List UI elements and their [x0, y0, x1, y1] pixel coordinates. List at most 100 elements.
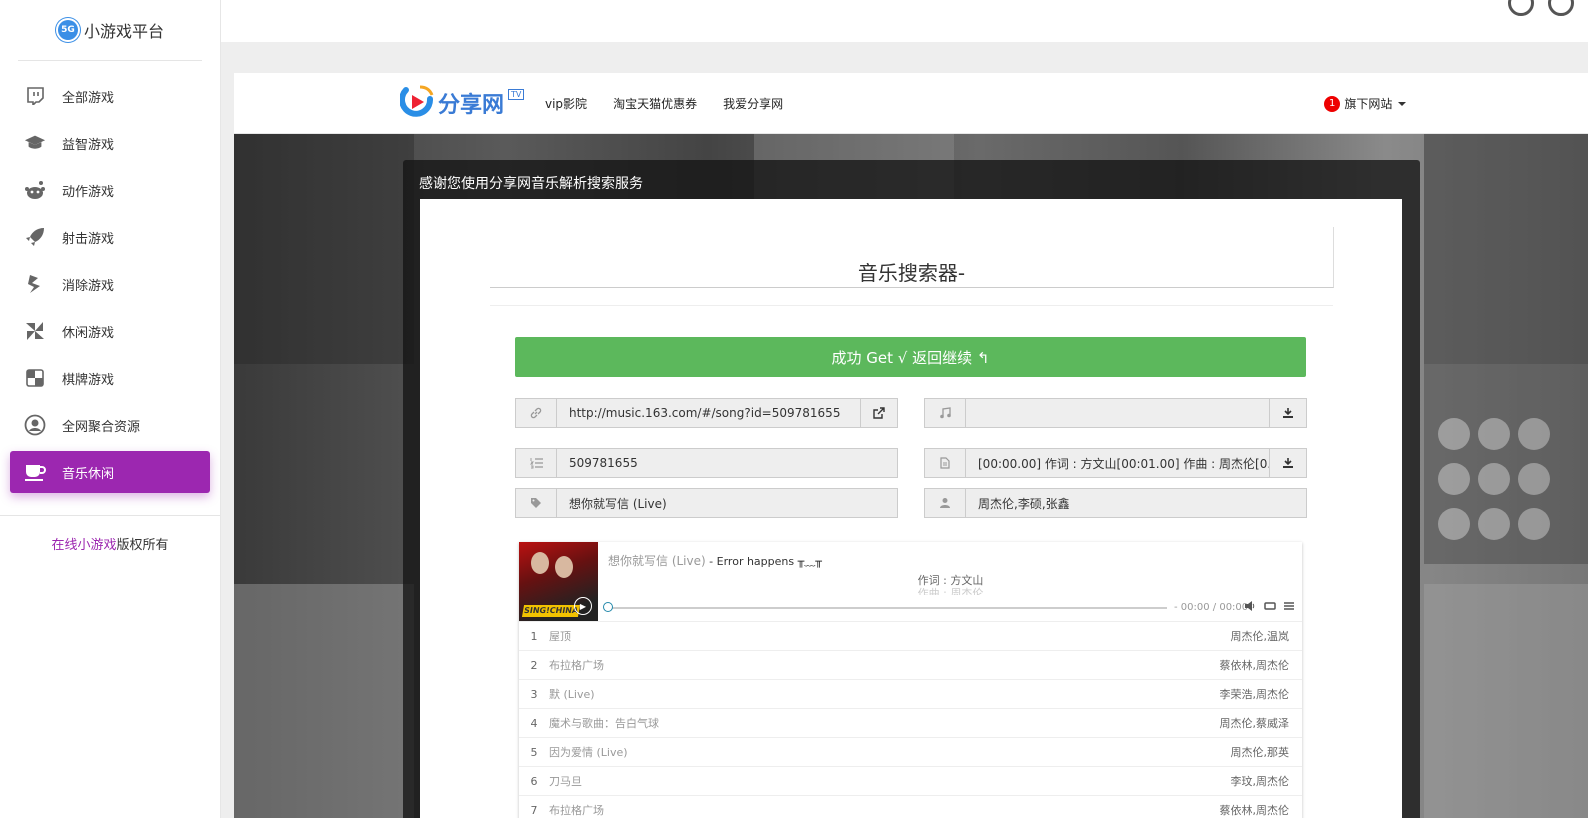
track-number: 2 [530, 658, 538, 672]
playlist-item[interactable]: 4 魔术与歌曲：告白气球 周杰伦,蔡威泽 [519, 708, 1302, 737]
sidebar-item-board-games[interactable]: 棋牌游戏 [10, 357, 210, 399]
player-controls [1245, 601, 1294, 611]
link-icon [516, 399, 557, 427]
circle-icon[interactable] [1508, 0, 1534, 16]
playlist-item[interactable]: 5 因为爱情 (Live) 周杰伦,那英 [519, 737, 1302, 766]
reddit-icon [24, 179, 46, 201]
sidebar-item-label: 消除游戏 [62, 278, 115, 294]
coffee-cup-icon [24, 461, 46, 483]
lyrics-value[interactable]: [00:00.00] 作词 : 方文山[00:01.00] 作曲 : 周杰伦[0… [966, 449, 1269, 477]
main-header-strip [221, 0, 1588, 42]
track-number: 6 [530, 774, 538, 788]
sidebar-item-label: 全部游戏 [62, 90, 115, 106]
sidebar-divider [0, 515, 220, 516]
url-value[interactable]: http://music.163.com/#/song?id=509781655 [557, 399, 860, 427]
sidebar-item-label: 射击游戏 [62, 231, 115, 247]
rocket-icon [24, 226, 46, 248]
track-artist: 周杰伦,那英 [1230, 746, 1290, 759]
list-ol-icon [516, 449, 557, 477]
player-title: 想你就写信 (Live) - Error happens ╥﹏╥ [608, 552, 822, 569]
sidebar-item-all-games[interactable]: 全部游戏 [10, 75, 210, 117]
song-id-value[interactable]: 509781655 [557, 449, 897, 477]
sidebar-item-label: 动作游戏 [62, 184, 115, 200]
search-title-box: 音乐搜索器- [490, 227, 1334, 288]
track-artist: 李荣浩,周杰伦 [1219, 688, 1290, 701]
pinwheel-icon [24, 320, 46, 342]
song-name-value[interactable]: 想你就写信 (Live) [557, 489, 897, 517]
sidebar-item-elimination-games[interactable]: 消除游戏 [10, 263, 210, 305]
loop-icon[interactable] [1264, 601, 1276, 611]
copyright-link[interactable]: 在线小游戏 [51, 538, 116, 553]
song-id-field: 509781655 [515, 448, 898, 478]
music-url-value[interactable] [966, 399, 1269, 427]
sites-dropdown[interactable]: 1 旗下网站 [1324, 95, 1407, 112]
track-artist: 李玟,周杰伦 [1230, 775, 1290, 788]
track-name: 因为爱情 (Live) [549, 746, 628, 759]
artist-value[interactable]: 周杰伦,李硕,张鑫 [966, 489, 1306, 517]
track-number: 3 [530, 687, 538, 701]
song-name-field: 想你就写信 (Live) [515, 488, 898, 518]
download-icon[interactable] [1269, 399, 1306, 427]
track-artist: 周杰伦,蔡威泽 [1219, 717, 1290, 730]
sidebar-item-puzzle-games[interactable]: 益智游戏 [10, 122, 210, 164]
playlist-item[interactable]: 6 刀马旦 李玟,周杰伦 [519, 766, 1302, 795]
sidebar-item-label: 音乐休闲 [62, 466, 115, 482]
brand-logo-icon [400, 85, 434, 117]
user-circle-icon [24, 414, 46, 436]
sites-dropdown-label: 旗下网站 [1344, 97, 1393, 111]
menu-item-share[interactable]: 我爱分享网 [723, 95, 783, 112]
music-note-icon [925, 399, 966, 427]
sidebar-logo[interactable]: 5G 小游戏平台 [0, 0, 220, 60]
sidebar-item-label: 益智游戏 [62, 137, 115, 153]
page-title: 音乐搜索器- [857, 261, 966, 285]
menu-item-vip[interactable]: vip影院 [545, 95, 587, 112]
progress-handle[interactable] [603, 602, 613, 612]
tag-icon [516, 489, 557, 517]
play-icon[interactable]: ▶ [574, 597, 592, 615]
checkerboard-icon [24, 367, 46, 389]
menu-list-icon[interactable] [1284, 601, 1294, 611]
playlist-item[interactable]: 3 默 (Live) 李荣浩,周杰伦 [519, 679, 1302, 708]
brand-tv-tag: TV [508, 89, 525, 100]
track-number: 4 [530, 716, 538, 730]
window-controls [1508, 0, 1574, 16]
sidebar-item-label: 全网聚合资源 [62, 419, 141, 435]
site-navbar: 分享网 TV vip影院 淘宝天猫优惠券 我爱分享网 1 旗下网站 [234, 73, 1588, 134]
menu-item-coupons[interactable]: 淘宝天猫优惠券 [613, 95, 697, 112]
playlist-item[interactable]: 2 布拉格广场 蔡依林,周杰伦 [519, 650, 1302, 679]
overlay-title: 感谢您使用分享网音乐解析搜索服务 [419, 176, 643, 192]
playlist-item[interactable]: 1 屋顶 周杰伦,温岚 [519, 621, 1302, 650]
success-return-button[interactable]: 成功 Get √ 返回继续 ↰ [515, 337, 1306, 377]
sidebar-nav: 全部游戏 益智游戏 动作游戏 射击游戏 消除游戏 休闲游戏 棋牌游戏 全网聚合资… [0, 75, 220, 493]
download-icon[interactable] [1269, 449, 1306, 477]
track-number: 7 [530, 803, 538, 817]
sidebar-item-shooting-games[interactable]: 射击游戏 [10, 216, 210, 258]
graduation-cap-icon [24, 132, 46, 154]
external-link-icon[interactable] [860, 399, 897, 427]
player-time: - 00:00 / 00:00 [1174, 602, 1249, 613]
sidebar-item-all-resources[interactable]: 全网聚合资源 [10, 404, 210, 446]
circle-icon[interactable] [1548, 0, 1574, 16]
sidebar-item-action-games[interactable]: 动作游戏 [10, 169, 210, 211]
volume-icon[interactable] [1245, 601, 1256, 611]
puzzle-icon [24, 273, 46, 295]
lyric-next: 作曲 : 周杰伦 [917, 587, 984, 595]
site-brand[interactable]: 分享网 TV [400, 85, 525, 121]
sidebar-item-music[interactable]: 音乐休闲 [10, 451, 210, 493]
caret-down-icon [1398, 101, 1407, 106]
logo-text: 小游戏平台 [83, 22, 164, 41]
copyright-note: 在线小游戏版权所有 [0, 534, 220, 553]
track-artist: 蔡依林,周杰伦 [1219, 804, 1290, 817]
playlist-item[interactable]: 7 布拉格广场 蔡依林,周杰伦 [519, 795, 1302, 818]
artist-field: 周杰伦,李硕,张鑫 [924, 488, 1307, 518]
progress-bar[interactable] [609, 607, 1167, 609]
track-name: 魔术与歌曲：告白气球 [549, 717, 659, 730]
player-song-title: 想你就写信 (Live) [608, 554, 706, 568]
cover-figure [531, 552, 549, 574]
track-artist: 周杰伦,温岚 [1230, 630, 1290, 643]
music-search-card: 音乐搜索器- 成功 Get √ 返回继续 ↰ http://music.163.… [420, 199, 1402, 818]
sidebar: 5G 小游戏平台 全部游戏 益智游戏 动作游戏 射击游戏 消除游戏 休闲游戏 棋… [0, 0, 221, 818]
copyright-text: 版权所有 [116, 538, 169, 553]
track-name: 布拉格广场 [549, 659, 604, 672]
sidebar-item-casual-games[interactable]: 休闲游戏 [10, 310, 210, 352]
